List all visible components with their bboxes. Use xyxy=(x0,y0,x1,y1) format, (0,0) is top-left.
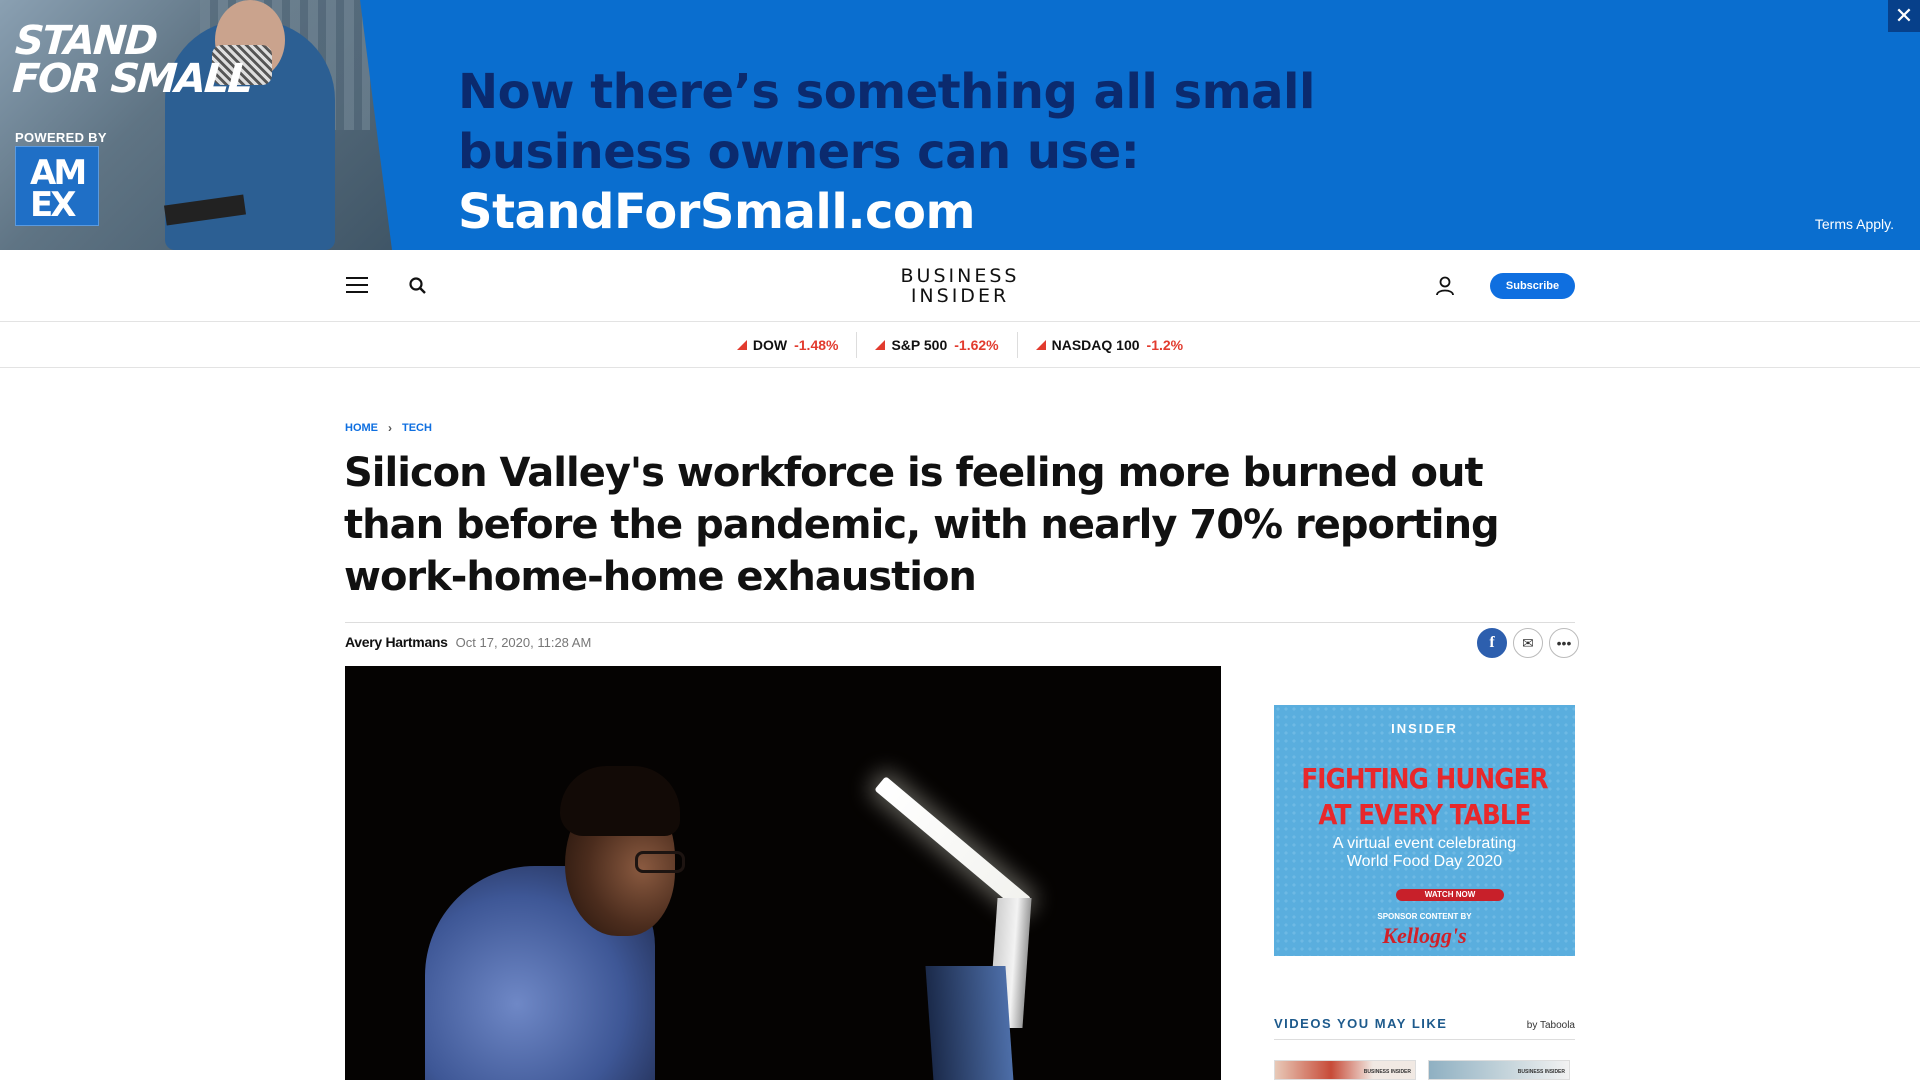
business-insider-logo[interactable]: BUSINESS INSIDER xyxy=(860,266,1060,306)
share-buttons: f ✉ ••• xyxy=(1477,628,1579,658)
site-header: BUSINESS INSIDER Subscribe xyxy=(0,250,1920,322)
ticker-item-sp500[interactable]: S&P 500 -1.62% xyxy=(857,331,1018,358)
subscribe-button[interactable]: Subscribe xyxy=(1490,273,1575,299)
search-icon[interactable] xyxy=(408,276,428,296)
sidebar-ad-subtitle: A virtual event celebrating World Food D… xyxy=(1332,835,1517,870)
close-icon[interactable]: ✕ xyxy=(1888,0,1920,32)
sidebar-ad-brand: INSIDER xyxy=(1391,721,1458,736)
watch-now-button[interactable]: WATCH NOW xyxy=(1396,889,1504,901)
ad-headline: Now there’s something all small business… xyxy=(458,64,1315,240)
sidebar-ad[interactable]: INSIDER FIGHTING HUNGER AT EVERY TABLE A… xyxy=(1274,705,1575,956)
breadcrumb-home[interactable]: HOME xyxy=(345,422,378,434)
taboola-link[interactable]: by Taboola xyxy=(1527,1020,1575,1031)
ticker-item-nasdaq[interactable]: NASDAQ 100 -1.2% xyxy=(1018,332,1202,358)
menu-icon[interactable] xyxy=(346,277,368,295)
byline-divider xyxy=(345,622,1575,623)
ad-terms: Terms Apply. xyxy=(1814,216,1894,232)
top-ad-banner[interactable]: STAND FOR SMALL POWERED BY AM EX Now the… xyxy=(0,0,1920,250)
amex-logo: AM EX xyxy=(15,146,99,226)
video-thumbnail[interactable]: BUSINESS INSIDER xyxy=(1274,1060,1416,1080)
sidebar-ad-title: FIGHTING HUNGER AT EVERY TABLE xyxy=(1301,762,1548,831)
video-thumbnail[interactable]: BUSINESS INSIDER xyxy=(1428,1060,1570,1080)
facebook-icon[interactable]: f xyxy=(1477,628,1507,658)
email-icon[interactable]: ✉ xyxy=(1513,628,1543,658)
breadcrumb: HOME › TECH xyxy=(345,421,432,435)
publish-date: Oct 17, 2020, 11:28 AM xyxy=(455,635,592,650)
market-ticker: DOW -1.48% S&P 500 -1.62% NASDAQ 100 -1.… xyxy=(0,322,1920,368)
down-arrow-icon xyxy=(1035,339,1046,350)
more-icon[interactable]: ••• xyxy=(1549,628,1579,658)
chevron-right-icon: › xyxy=(388,421,392,435)
kelloggs-logo: Kellogg's xyxy=(1382,923,1467,948)
ticker-item-dow[interactable]: DOW -1.48% xyxy=(719,331,858,358)
sponsor-label: SPONSOR CONTENT BY xyxy=(1377,912,1472,921)
byline: Avery Hartmans Oct 17, 2020, 11:28 AM xyxy=(345,634,591,650)
user-icon[interactable] xyxy=(1434,275,1456,297)
breadcrumb-tech[interactable]: TECH xyxy=(402,422,432,434)
author-link[interactable]: Avery Hartmans xyxy=(345,634,448,650)
videos-title: VIDEOS YOU MAY LIKE xyxy=(1274,1016,1448,1031)
down-arrow-icon xyxy=(736,339,747,350)
ad-url: StandForSmall.com xyxy=(458,184,976,240)
videos-section-header: VIDEOS YOU MAY LIKE by Taboola xyxy=(1274,1016,1575,1040)
stand-for-small-logo: STAND FOR SMALL xyxy=(11,18,253,102)
powered-by-label: POWERED BY xyxy=(15,130,107,145)
hero-image[interactable] xyxy=(345,666,1221,1080)
down-arrow-icon xyxy=(875,339,886,350)
article-headline: Silicon Valley's workforce is feeling mo… xyxy=(344,450,1500,600)
